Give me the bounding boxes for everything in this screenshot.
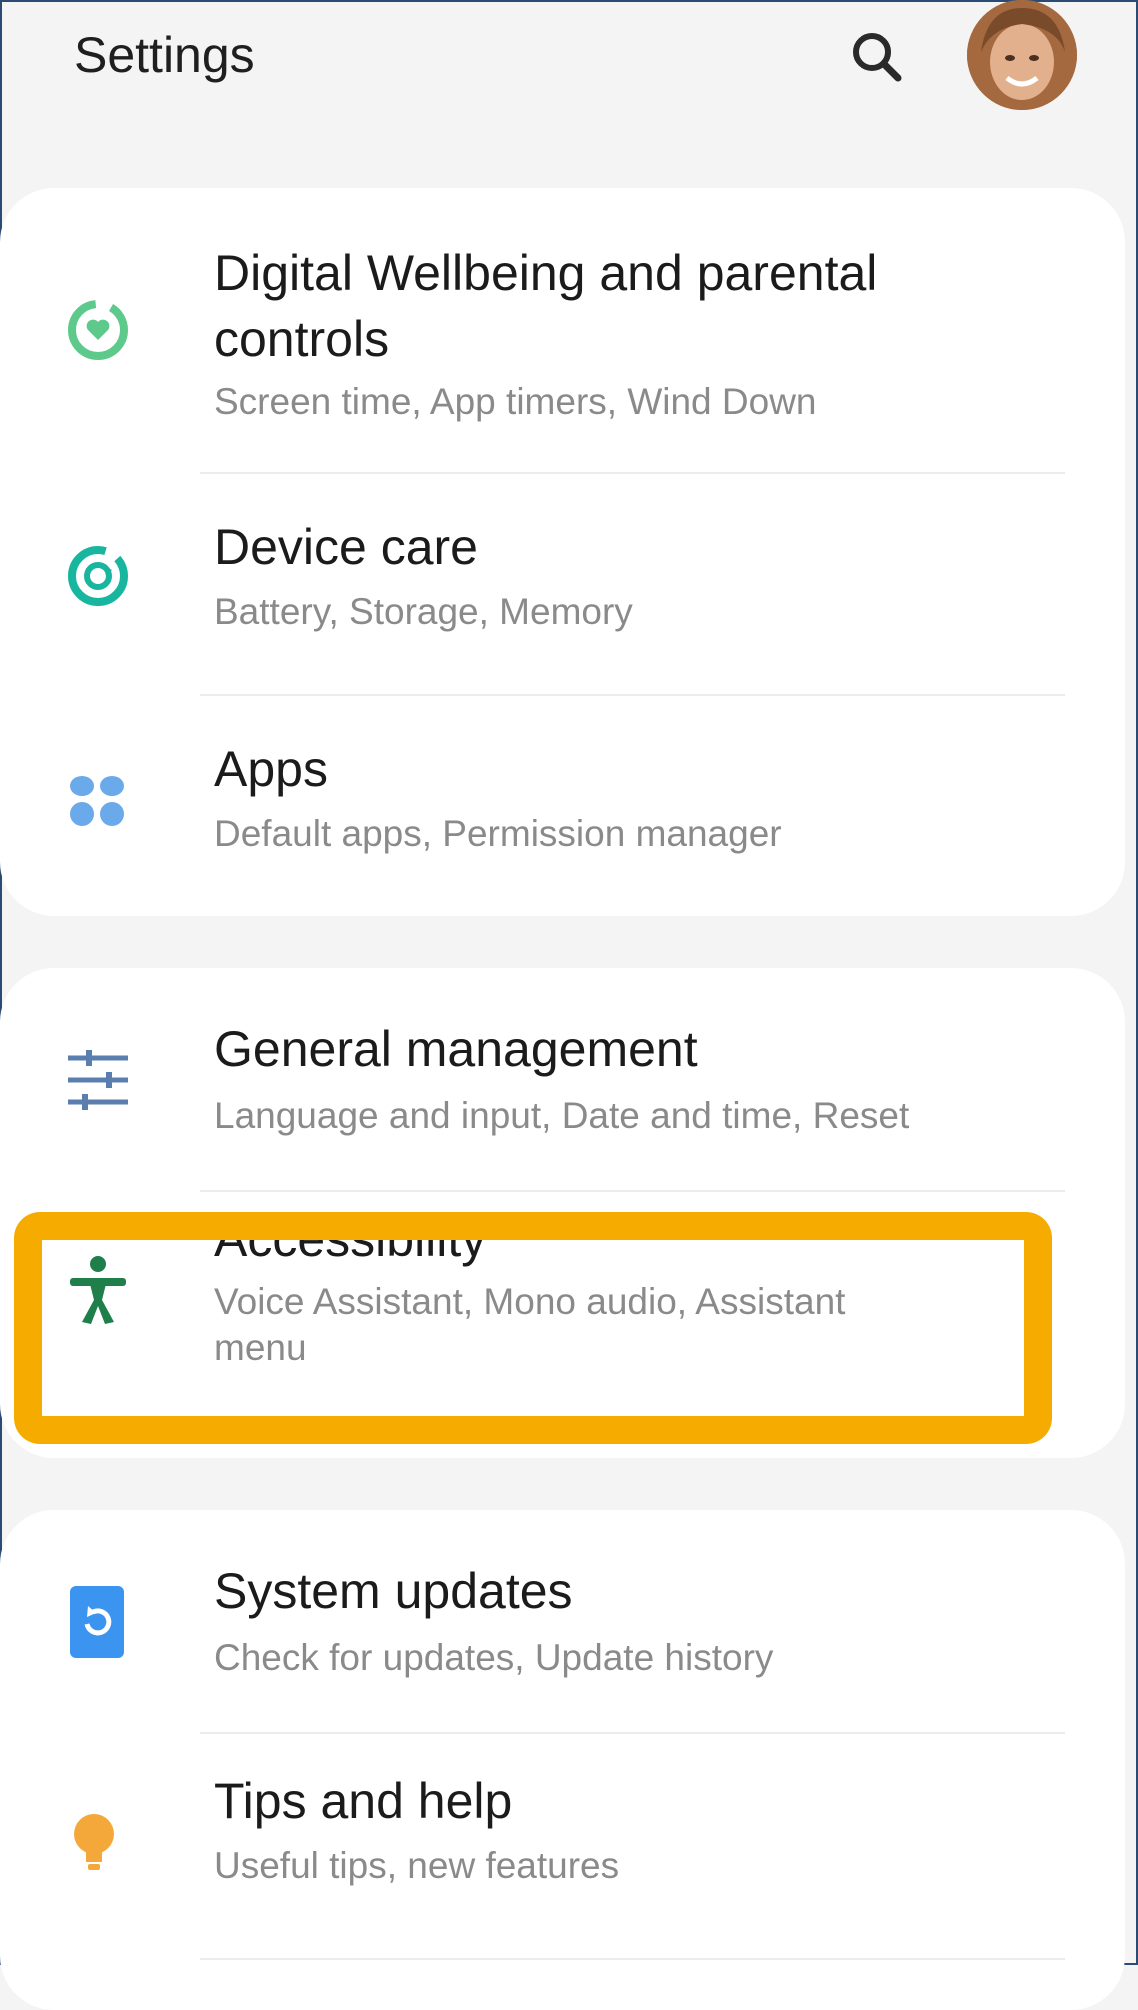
settings-item-general-management[interactable]: General management Language and input, D…: [0, 968, 1125, 1190]
item-subtitle: Battery, Storage, Memory: [214, 591, 633, 632]
item-title: Digital Wellbeing and parental: [214, 245, 878, 301]
divider: [200, 1958, 1065, 1960]
item-title-line2: controls: [214, 311, 390, 367]
settings-item-system-updates[interactable]: System updates Check for updates, Update…: [0, 1510, 1125, 1732]
avatar[interactable]: [967, 0, 1077, 110]
settings-item-apps[interactable]: Apps Default apps, Permission manager: [0, 698, 1125, 916]
settings-card-3: System updates Check for updates, Update…: [0, 1510, 1125, 2010]
item-title: General management: [214, 1021, 698, 1077]
item-subtitle: Screen time, App timers, Wind Down: [214, 381, 817, 422]
item-subtitle: Check for updates, Update history: [214, 1637, 774, 1678]
settings-item-tips-and-help[interactable]: Tips and help Useful tips, new features: [0, 1736, 1125, 1958]
divider: [200, 1190, 1065, 1192]
item-subtitle: Default apps, Permission manager: [214, 813, 782, 854]
settings-card-1: Digital Wellbeing and parental controls …: [0, 188, 1125, 916]
apps-grid-icon: [62, 764, 134, 836]
update-icon: [62, 1586, 134, 1658]
item-title: Tips and help: [214, 1773, 513, 1829]
divider: [200, 1732, 1065, 1734]
item-title: Apps: [214, 741, 328, 797]
app-header: Settings: [0, 0, 1138, 120]
sliders-icon: [62, 1044, 134, 1116]
item-subtitle: Useful tips, new features: [214, 1845, 620, 1886]
search-button[interactable]: [846, 26, 910, 90]
divider: [200, 472, 1065, 474]
item-subtitle: Language and input, Date and time, Reset: [214, 1095, 910, 1136]
lightbulb-icon: [62, 1806, 134, 1878]
item-title: System updates: [214, 1563, 573, 1619]
heart-ring-icon: [62, 294, 134, 366]
page-title: Settings: [74, 27, 255, 83]
item-title: Device care: [214, 519, 478, 575]
settings-item-device-care[interactable]: Device care Battery, Storage, Memory: [0, 476, 1125, 698]
settings-item-digital-wellbeing[interactable]: Digital Wellbeing and parental controls …: [0, 188, 1125, 476]
accessibility-highlight-box: [14, 1212, 1052, 1444]
refresh-ring-icon: [62, 540, 134, 612]
divider: [200, 694, 1065, 696]
search-icon: [853, 33, 902, 82]
